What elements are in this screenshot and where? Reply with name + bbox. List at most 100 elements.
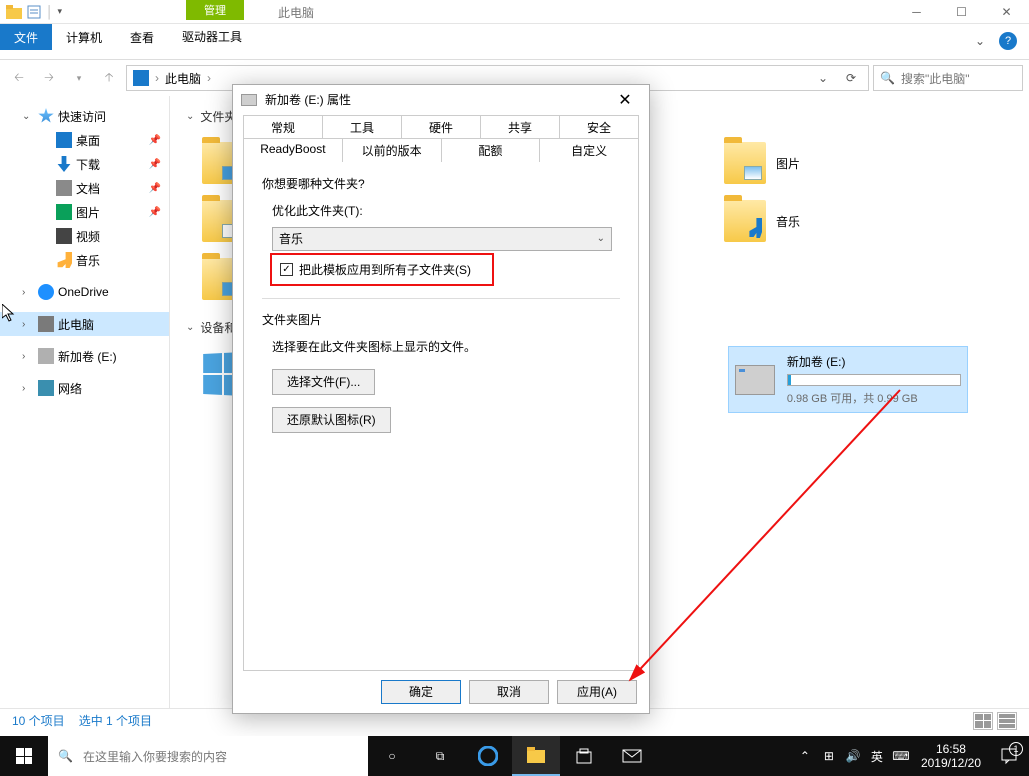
taskbar-search[interactable]: 🔍 在这里输入你要搜索的内容 bbox=[48, 736, 368, 776]
tree-network[interactable]: ›网络 bbox=[0, 376, 169, 400]
cortana-icon[interactable]: ○ bbox=[368, 736, 416, 776]
taskbar: 🔍 在这里输入你要搜索的内容 ○ ⧉ ⌃ ⊞ 🔊 英 ⌨ 16:58 2019/… bbox=[0, 736, 1029, 776]
choose-file-button[interactable]: 选择文件(F)... bbox=[272, 369, 375, 395]
network-tray-icon[interactable]: ⊞ bbox=[817, 736, 841, 776]
ribbon-content bbox=[0, 50, 1029, 60]
download-icon bbox=[56, 156, 72, 172]
drive-info: 新加卷 (E:) 0.98 GB 可用，共 0.99 GB bbox=[787, 353, 961, 406]
store-icon[interactable] bbox=[560, 736, 608, 776]
tab-readyboost[interactable]: ReadyBoost bbox=[243, 138, 343, 162]
tree-drive-e[interactable]: › 新加卷 (E:) bbox=[0, 344, 169, 368]
start-button[interactable] bbox=[0, 736, 48, 776]
titlebar: │ ▾ 管理 此电脑 ─ ☐ ✕ bbox=[0, 0, 1029, 24]
tree-this-pc[interactable]: › 此电脑 bbox=[0, 312, 169, 336]
tab-row-1: 常规 工具 硬件 共享 安全 bbox=[243, 115, 639, 139]
cancel-button[interactable]: 取消 bbox=[469, 680, 549, 704]
chevron-down-icon[interactable]: ⌄ bbox=[22, 111, 34, 122]
tab-customize[interactable]: 自定义 bbox=[540, 138, 639, 162]
context-tab-header: 管理 bbox=[186, 0, 244, 20]
task-view-icon[interactable]: ⧉ bbox=[416, 736, 464, 776]
pictures-overlay-icon bbox=[744, 166, 762, 180]
volume-icon[interactable]: 🔊 bbox=[841, 736, 865, 776]
dialog-close-button[interactable]: ✕ bbox=[609, 88, 641, 112]
tab-tools[interactable]: 工具 bbox=[323, 115, 402, 139]
ime-indicator[interactable]: 英 bbox=[865, 736, 889, 776]
ok-button[interactable]: 确定 bbox=[381, 680, 461, 704]
addressbar-sep2[interactable]: › bbox=[207, 71, 211, 85]
chevron-right-icon[interactable]: › bbox=[22, 287, 34, 298]
tab-general[interactable]: 常规 bbox=[243, 115, 323, 139]
tab-sharing[interactable]: 共享 bbox=[481, 115, 560, 139]
back-button[interactable]: 🡠 bbox=[6, 65, 32, 91]
view-large-icon[interactable] bbox=[997, 712, 1017, 730]
tab-hardware[interactable]: 硬件 bbox=[402, 115, 481, 139]
edge-icon[interactable] bbox=[464, 736, 512, 776]
tab-previous-versions[interactable]: 以前的版本 bbox=[343, 138, 442, 162]
tree-label: 此电脑 bbox=[58, 316, 94, 333]
chevron-right-icon[interactable]: › bbox=[22, 319, 34, 330]
maximize-button[interactable]: ☐ bbox=[939, 0, 984, 24]
tab-security[interactable]: 安全 bbox=[560, 115, 639, 139]
tree-label: 快速访问 bbox=[58, 108, 106, 125]
checkbox-label: 把此模板应用到所有子文件夹(S) bbox=[299, 261, 471, 278]
window-title: 此电脑 bbox=[278, 4, 314, 21]
document-icon bbox=[56, 180, 72, 196]
tree-quick-access[interactable]: ⌄ 快速访问 bbox=[0, 104, 169, 128]
optimize-combo[interactable]: 音乐 ⌄ bbox=[272, 227, 612, 251]
pin-icon: 📌 bbox=[149, 159, 161, 170]
qat-dropdown-icon[interactable]: ▾ bbox=[58, 6, 63, 17]
ribbon-tab-drive-tools[interactable]: 驱动器工具 bbox=[168, 23, 256, 50]
restore-icon-button[interactable]: 还原默认图标(R) bbox=[272, 407, 391, 433]
file-tab[interactable]: 文件 bbox=[0, 24, 52, 50]
close-button[interactable]: ✕ bbox=[984, 0, 1029, 24]
recent-locations-icon[interactable]: ▾ bbox=[66, 65, 92, 91]
help-icon[interactable]: ? bbox=[999, 32, 1017, 50]
explorer-task-icon[interactable] bbox=[512, 736, 560, 776]
label-optimize: 优化此文件夹(T): bbox=[272, 202, 620, 219]
tray-expand-icon[interactable]: ⌃ bbox=[793, 736, 817, 776]
tree-label: 视频 bbox=[76, 228, 100, 245]
desktop-icon bbox=[56, 132, 72, 148]
tree-documents[interactable]: 文档📌 bbox=[0, 176, 169, 200]
dialog-titlebar[interactable]: 新加卷 (E:) 属性 ✕ bbox=[233, 85, 649, 115]
chevron-right-icon[interactable]: › bbox=[22, 351, 34, 362]
folder-pictures[interactable]: 图片 bbox=[720, 135, 975, 191]
tree-downloads[interactable]: 下载📌 bbox=[0, 152, 169, 176]
ribbon-expand-icon[interactable]: ⌄ bbox=[975, 34, 985, 48]
mail-icon[interactable] bbox=[608, 736, 656, 776]
tree-onedrive[interactable]: ›OneDrive bbox=[0, 280, 169, 304]
search-icon: 🔍 bbox=[58, 749, 73, 763]
minimize-button[interactable]: ─ bbox=[894, 0, 939, 24]
button-label: 取消 bbox=[497, 683, 521, 700]
chevron-right-icon[interactable]: › bbox=[22, 383, 34, 394]
tab-quota[interactable]: 配额 bbox=[442, 138, 541, 162]
tree-videos[interactable]: 视频 bbox=[0, 224, 169, 248]
search-box[interactable]: 🔍 搜索"此电脑" bbox=[873, 65, 1023, 91]
system-tray: ⌃ ⊞ 🔊 英 ⌨ 16:58 2019/12/20 1 bbox=[793, 736, 1029, 776]
up-button[interactable]: 🡡 bbox=[96, 65, 122, 91]
drive-e-item[interactable]: 新加卷 (E:) 0.98 GB 可用，共 0.99 GB bbox=[728, 346, 968, 413]
tray-clock[interactable]: 16:58 2019/12/20 bbox=[913, 742, 989, 770]
tree-pictures[interactable]: 图片📌 bbox=[0, 200, 169, 224]
label-what-kind: 你想要哪种文件夹? bbox=[262, 175, 620, 192]
tree-label: 新加卷 (E:) bbox=[58, 348, 117, 365]
addressbar-location[interactable]: 此电脑 bbox=[165, 70, 201, 87]
pictures-icon bbox=[56, 204, 72, 220]
properties-qat-icon[interactable] bbox=[26, 4, 42, 20]
folder-label: 音乐 bbox=[776, 213, 800, 230]
folder-music[interactable]: 音乐 bbox=[720, 193, 975, 249]
addressbar-dropdown-icon[interactable]: ⌄ bbox=[812, 71, 834, 85]
action-center-icon[interactable]: 1 bbox=[989, 736, 1029, 776]
refresh-icon[interactable]: ⟳ bbox=[840, 71, 862, 85]
tree-desktop[interactable]: 桌面📌 bbox=[0, 128, 169, 152]
ime-keyboard-icon[interactable]: ⌨ bbox=[889, 736, 913, 776]
apply-button[interactable]: 应用(A) bbox=[557, 680, 637, 704]
apply-to-subfolders-checkbox[interactable]: ✓ 把此模板应用到所有子文件夹(S) bbox=[272, 255, 492, 284]
tree-music[interactable]: 音乐 bbox=[0, 248, 169, 272]
button-label: 选择文件(F)... bbox=[287, 373, 360, 390]
view-details-icon[interactable] bbox=[973, 712, 993, 730]
ribbon-tab-view[interactable]: 查看 bbox=[116, 24, 168, 50]
ribbon-tab-computer[interactable]: 计算机 bbox=[52, 24, 116, 50]
nav-pane[interactable]: ⌄ 快速访问 桌面📌 下载📌 文档📌 图片📌 视频 音乐 ›OneDrive ›… bbox=[0, 96, 170, 708]
forward-button[interactable]: 🡢 bbox=[36, 65, 62, 91]
